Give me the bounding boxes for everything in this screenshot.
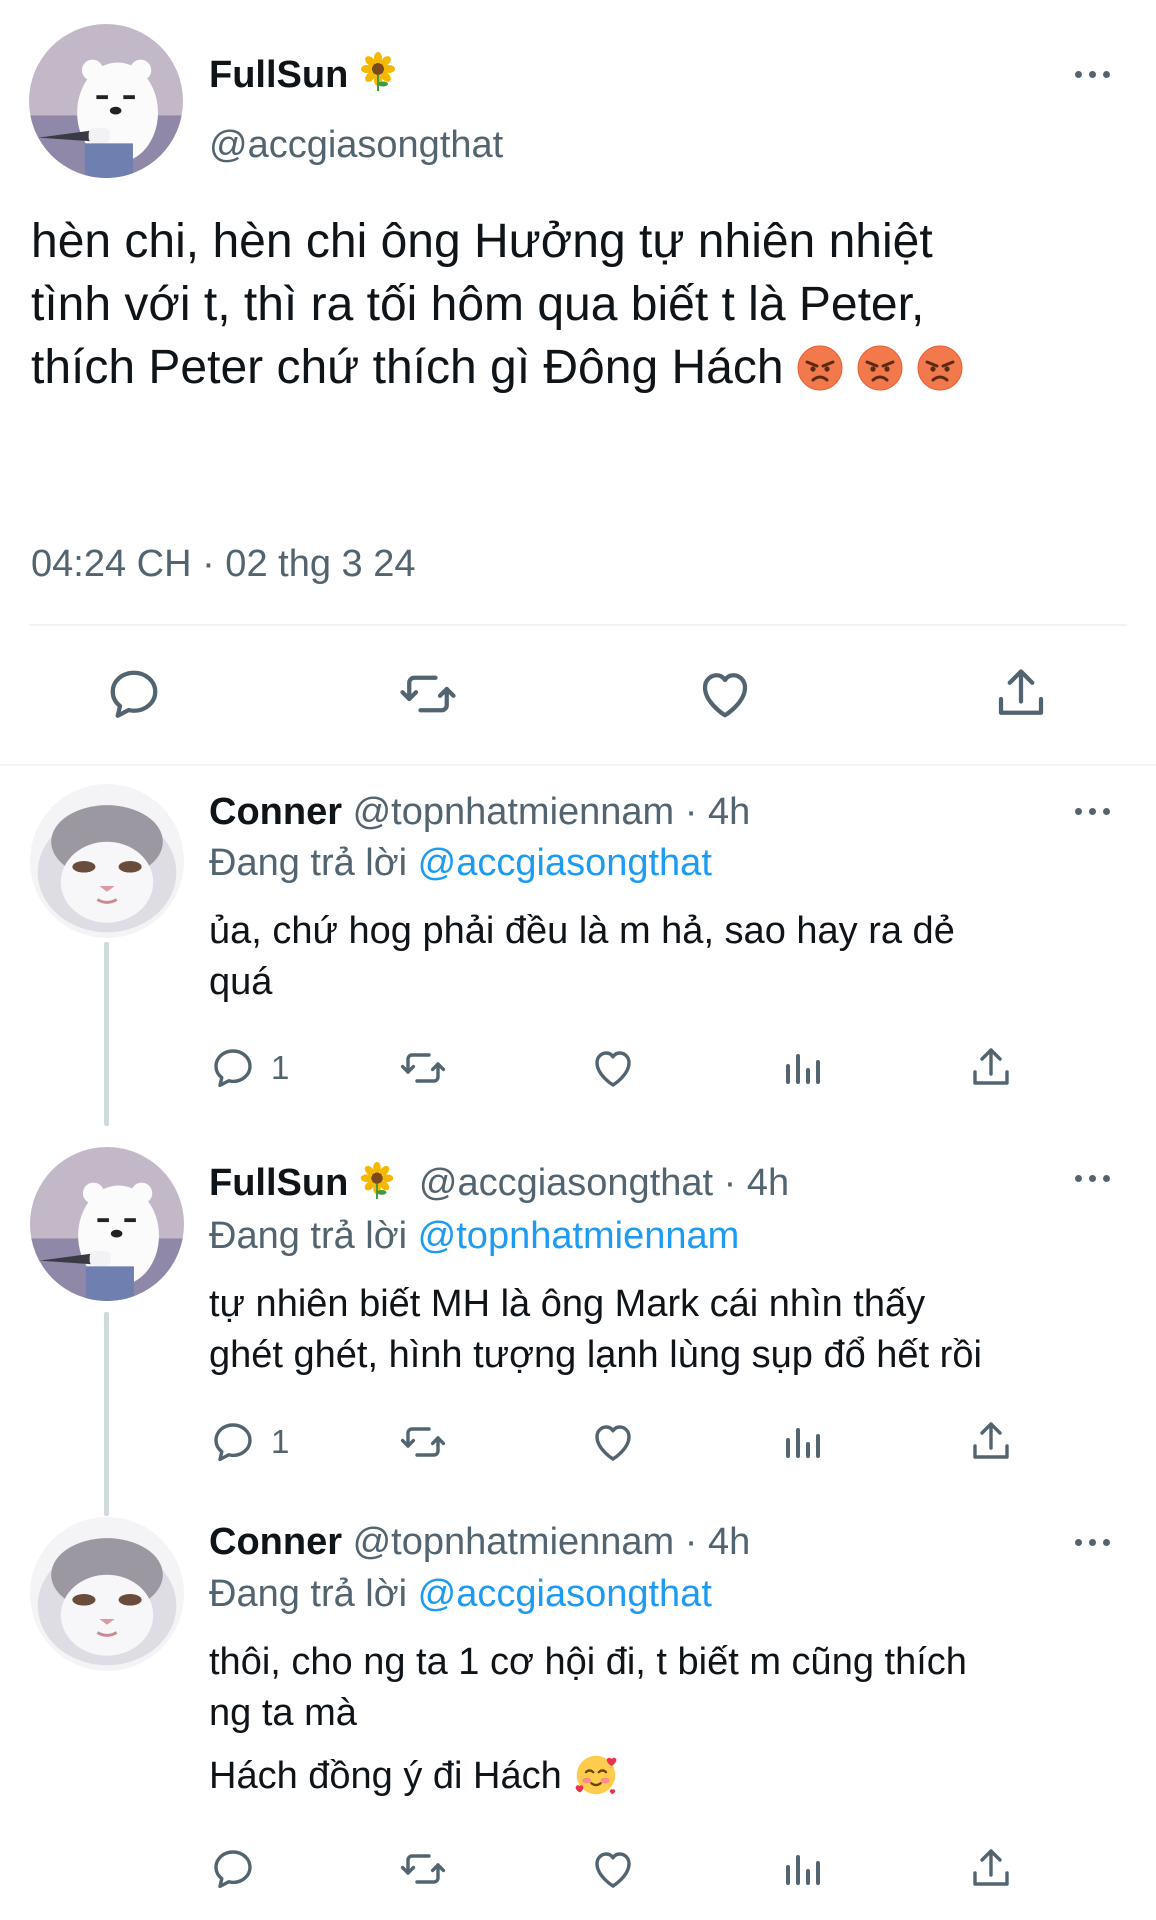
replying-to-handle[interactable]: @accgiasongthat [418,842,712,884]
replying-to-handle[interactable]: @topnhatmiennam [418,1215,740,1257]
views-button[interactable] [779,1044,827,1092]
views-button[interactable] [779,1845,827,1893]
reply-icon [209,1845,257,1893]
reply-header: Conner @topnhatmiennam · 4h [209,1519,750,1565]
more-options-icon[interactable] [1075,1175,1110,1182]
reply-text-line: ủa, chứ hog phải đều là m hả, sao hay ra… [209,910,955,952]
author-handle[interactable]: @topnhatmiennam [353,1521,675,1563]
tweet-text-line: tình với t, thì ra tối hôm qua biết t là… [31,278,925,331]
like-button[interactable] [589,1418,637,1466]
share-icon [991,664,1051,724]
reply-icon [209,1418,257,1466]
views-icon [779,1845,827,1893]
share-button[interactable] [967,1044,1015,1092]
reply-time[interactable]: · 4h [685,791,750,833]
reply-button[interactable]: 1 [209,1044,289,1092]
reply-text: ủa, chứ hog phải đều là m hả, sao hay ra… [209,906,955,1008]
replying-to-line: Đang trả lời @topnhatmiennam [209,1213,739,1259]
reply-text-line: Hách đồng ý đi Hách [209,1751,967,1802]
author-display-name[interactable]: Conner [209,1521,342,1563]
reply-text-line: quá [209,961,273,1003]
retweet-icon [399,1044,447,1092]
replying-to-line: Đang trả lời @accgiasongthat [209,1571,712,1617]
share-icon [967,1845,1015,1893]
share-button[interactable] [967,1845,1015,1893]
reply-icon [104,664,164,724]
tweet-text: hèn chi, hèn chi ông Hưởng tự nhiên nhiệ… [31,210,964,399]
author-handle[interactable]: @topnhatmiennam [353,791,675,833]
reply-text-line: ghét ghét, hình tượng lạnh lùng sụp đổ h… [209,1334,982,1376]
author-name-row: FullSun [209,52,398,98]
divider [0,764,1156,766]
reply-text-line: tự nhiên biết MH là ông Mark cái nhìn th… [209,1283,926,1325]
reply-button[interactable] [104,664,164,724]
like-icon [589,1044,637,1092]
reply-text: tự nhiên biết MH là ông Mark cái nhìn th… [209,1279,982,1381]
sunflower-icon [358,52,398,92]
avatar[interactable] [30,784,184,938]
reply-text-line: ng ta mà [209,1692,357,1734]
reply-header: FullSun @accgiasongthat · 4h [209,1160,789,1206]
angry-face-icon [856,344,904,392]
like-icon [589,1418,637,1466]
retweet-button[interactable] [399,1418,447,1466]
smiling-face-with-hearts-icon [574,1753,618,1797]
reply-count: 1 [271,1423,290,1460]
tweet-text-line: hèn chi, hèn chi ông Hưởng tự nhiên nhiệ… [31,215,933,268]
retweet-button[interactable] [399,1044,447,1092]
avatar[interactable] [30,1517,184,1671]
angry-face-icon [796,344,844,392]
share-icon [967,1044,1015,1092]
tweet-text-line: thích Peter chứ thích gì Đông Hách [31,336,964,399]
reply-text-line: thôi, cho ng ta 1 cơ hội đi, t biết m cũ… [209,1641,967,1683]
views-icon [779,1418,827,1466]
author-display-name[interactable]: Conner [209,791,342,833]
retweet-button[interactable] [398,664,458,724]
author-handle[interactable]: @accgiasongthat [419,1162,713,1204]
retweet-icon [398,664,458,724]
views-icon [779,1044,827,1092]
reply-button[interactable]: 1 [209,1418,289,1466]
like-button[interactable] [695,664,755,724]
share-icon [967,1418,1015,1466]
retweet-icon [399,1418,447,1466]
reply-time[interactable]: · 4h [685,1521,750,1563]
like-icon [589,1845,637,1893]
divider [29,624,1127,626]
share-button[interactable] [967,1418,1015,1466]
thread-line [104,942,109,1126]
more-options-icon[interactable] [1075,808,1110,815]
retweet-icon [399,1845,447,1893]
like-icon [695,664,755,724]
reply-count: 1 [271,1049,290,1086]
reply-icon [209,1044,257,1092]
more-options-icon[interactable] [1075,1539,1110,1546]
reply-time[interactable]: · 4h [724,1162,789,1204]
replying-to-label: Đang trả lời [209,1573,408,1615]
reply-header: Conner @topnhatmiennam · 4h [209,789,750,835]
avatar[interactable] [30,1147,184,1301]
views-button[interactable] [779,1418,827,1466]
replying-to-label: Đang trả lời [209,1215,408,1257]
reply-button[interactable] [209,1845,257,1893]
author-display-name[interactable]: FullSun [209,1162,348,1204]
angry-face-icon [916,344,964,392]
replying-to-label: Đang trả lời [209,842,408,884]
more-options-icon[interactable] [1075,71,1110,78]
share-button[interactable] [991,664,1051,724]
like-button[interactable] [589,1044,637,1092]
tweet-timestamp[interactable]: 04:24 CH · 02 thg 3 24 [31,541,415,587]
replying-to-handle[interactable]: @accgiasongthat [418,1573,712,1615]
retweet-button[interactable] [399,1845,447,1893]
thread-line [104,1312,109,1516]
author-display-name[interactable]: FullSun [209,54,348,96]
sunflower-icon [358,1162,396,1200]
author-handle[interactable]: @accgiasongthat [209,122,503,168]
like-button[interactable] [589,1845,637,1893]
avatar[interactable] [29,24,183,178]
reply-text: thôi, cho ng ta 1 cơ hội đi, t biết m cũ… [209,1637,967,1802]
replying-to-line: Đang trả lời @accgiasongthat [209,840,712,886]
